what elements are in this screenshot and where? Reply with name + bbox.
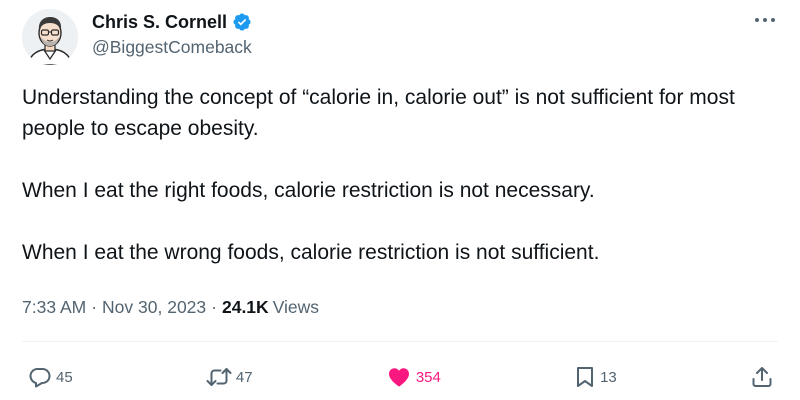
views-count: 24.1K bbox=[221, 297, 269, 317]
divider bbox=[22, 341, 778, 342]
tweet-paragraph: Understanding the concept of “calorie in… bbox=[22, 86, 735, 140]
author-display-name[interactable]: Chris S. Cornell bbox=[92, 12, 227, 33]
share-icon bbox=[752, 367, 772, 387]
bookmark-icon bbox=[577, 367, 594, 387]
reply-button[interactable]: 45 bbox=[28, 365, 73, 389]
reply-icon bbox=[29, 368, 51, 388]
bookmark-button[interactable]: 13 bbox=[574, 365, 617, 389]
views-label: Views bbox=[272, 297, 320, 317]
author-name-row: Chris S. Cornell bbox=[92, 9, 252, 35]
heart-icon bbox=[388, 368, 409, 387]
meta-separator: · bbox=[211, 297, 217, 317]
more-icon bbox=[755, 18, 775, 22]
verified-badge-icon bbox=[232, 12, 252, 32]
like-count: 354 bbox=[415, 368, 441, 386]
action-bar: 45 47 354 13 bbox=[28, 361, 774, 393]
avatar[interactable] bbox=[22, 9, 78, 65]
meta-separator: · bbox=[91, 297, 98, 317]
tweet-paragraph: When I eat the right foods, calorie rest… bbox=[22, 179, 595, 202]
avatar-illustration bbox=[22, 9, 78, 65]
repost-count: 47 bbox=[235, 368, 253, 386]
tweet-paragraph: When I eat the wrong foods, calorie rest… bbox=[22, 241, 600, 264]
tweet-time[interactable]: 7:33 AM bbox=[22, 297, 86, 318]
author-handle[interactable]: @BiggestComeback bbox=[92, 37, 252, 58]
like-button[interactable]: 354 bbox=[386, 365, 441, 389]
bookmark-count: 13 bbox=[600, 368, 617, 386]
tweet-date[interactable]: Nov 30, 2023 bbox=[102, 297, 206, 318]
tweet-meta: 7:33 AM · Nov 30, 2023 · 24.1K Views bbox=[22, 297, 319, 318]
repost-icon bbox=[206, 368, 232, 386]
tweet-text: Understanding the concept of “calorie in… bbox=[22, 82, 782, 268]
reply-count: 45 bbox=[56, 368, 73, 386]
repost-button[interactable]: 47 bbox=[206, 365, 253, 389]
more-options-button[interactable] bbox=[752, 10, 778, 30]
share-button[interactable] bbox=[750, 365, 774, 389]
